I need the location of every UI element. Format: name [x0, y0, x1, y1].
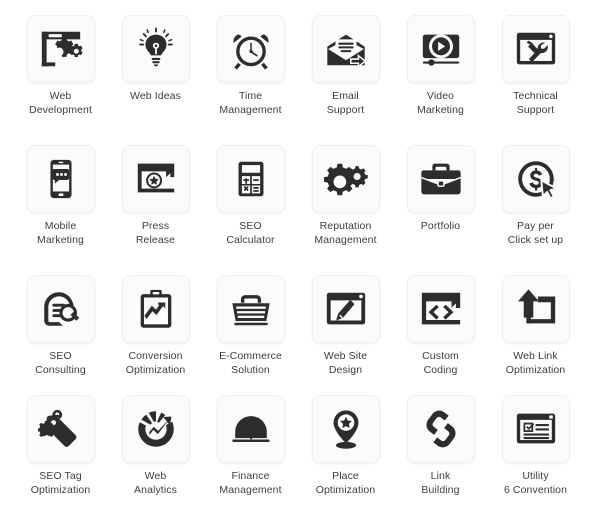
checklist-document-icon-glyph [516, 413, 555, 444]
browser-upload-arrow-icon[interactable] [501, 275, 570, 343]
icon-cell[interactable]: SEO Tag Optimization [13, 395, 108, 525]
icon-cell[interactable]: Web Ideas [108, 15, 203, 145]
finance-gauge-icon[interactable] [216, 395, 285, 463]
icon-label: Web Ideas [130, 90, 181, 102]
icon-cell[interactable]: Link Building [393, 395, 488, 525]
icon-cell[interactable]: Web Site Design [298, 275, 393, 395]
icon-label: Technical Support [513, 90, 558, 116]
icon-cell[interactable]: Web Link Optimization [488, 275, 583, 395]
icon-label: SEO Tag Optimization [30, 470, 91, 496]
pie-chart-arrow-icon[interactable] [121, 395, 190, 463]
icon-cell[interactable]: Mobile Marketing [13, 145, 108, 275]
tag-gear-icon-glyph [37, 409, 76, 447]
icon-cell[interactable]: Web Development [13, 15, 108, 145]
briefcase-icon[interactable] [406, 145, 475, 213]
checklist-document-icon[interactable] [501, 395, 570, 463]
icon-label: Portfolio [420, 220, 461, 232]
tag-gear-icon[interactable] [26, 395, 95, 463]
icon-label: Web Link Optimization [505, 350, 566, 376]
seo-magnifier-icon[interactable] [26, 275, 95, 343]
icon-label: Time Management [219, 90, 282, 116]
icon-label: E-Commerce Solution [219, 350, 282, 376]
icon-cell[interactable]: Finance Management [203, 395, 298, 525]
dollar-coin-cursor-icon-glyph [516, 160, 558, 200]
icon-cell[interactable]: Conversion Optimization [108, 275, 203, 395]
icon-label: Place Optimization [315, 470, 376, 496]
open-envelope-arrow-icon[interactable] [311, 15, 380, 83]
icon-label: SEO Consulting [35, 350, 86, 376]
icon-label: Web Analytics [134, 470, 177, 496]
video-player-play-icon[interactable] [406, 15, 475, 83]
dollar-coin-cursor-icon[interactable] [501, 145, 570, 213]
lightbulb-idea-icon-glyph [138, 27, 173, 67]
map-pin-star-icon[interactable] [311, 395, 380, 463]
icon-label: Pay per Click set up [507, 220, 564, 246]
icon-cell[interactable]: Time Management [203, 15, 298, 145]
browser-tools-icon-glyph [516, 32, 555, 65]
icon-cell[interactable]: Web Analytics [108, 395, 203, 525]
icon-label: Link Building [421, 470, 460, 496]
alarm-clock-icon-glyph [232, 34, 269, 70]
browser-star-icon[interactable] [121, 145, 190, 213]
icon-cell[interactable]: Video Marketing [393, 15, 488, 145]
icon-label: Mobile Marketing [36, 220, 84, 246]
icon-label: Web Development [29, 90, 92, 116]
icon-label: Conversion Optimization [125, 350, 186, 376]
smartphone-chat-icon-glyph [49, 159, 72, 199]
lightbulb-idea-icon[interactable] [121, 15, 190, 83]
browser-code-icon-glyph [421, 292, 460, 325]
browser-tools-icon[interactable] [501, 15, 570, 83]
map-pin-star-icon-glyph [333, 410, 358, 449]
seo-magnifier-icon-glyph [43, 292, 79, 326]
pie-chart-arrow-icon-glyph [137, 411, 174, 447]
video-player-play-icon-glyph [422, 34, 459, 66]
smartphone-chat-icon[interactable] [26, 145, 95, 213]
browser-gears-icon[interactable] [26, 15, 95, 83]
open-envelope-arrow-icon-glyph [326, 33, 366, 68]
clipboard-chart-icon-glyph [140, 289, 171, 328]
icon-label: Email Support [326, 90, 365, 116]
icon-cell[interactable]: Place Optimization [298, 395, 393, 525]
icon-grid: Web Development Web Ideas Time Management E… [0, 0, 600, 525]
chain-link-icon[interactable] [406, 395, 475, 463]
shopping-basket-icon[interactable] [216, 275, 285, 343]
briefcase-icon-glyph [420, 162, 461, 196]
browser-pencil-icon[interactable] [311, 275, 380, 343]
icon-label: Utility 6 Convention [503, 470, 568, 496]
icon-label: Press Release [135, 220, 176, 246]
browser-pencil-icon-glyph [325, 292, 366, 326]
browser-upload-arrow-icon-glyph [517, 289, 555, 324]
icon-label: SEO Calculator [226, 220, 275, 246]
shopping-basket-icon-glyph [231, 295, 270, 326]
icon-cell[interactable]: SEO Consulting [13, 275, 108, 395]
two-gears-icon[interactable] [311, 145, 380, 213]
icon-cell[interactable]: Pay per Click set up [488, 145, 583, 275]
icon-cell[interactable]: Portfolio [393, 145, 488, 275]
icon-cell[interactable]: Custom Coding [393, 275, 488, 395]
finance-gauge-icon-glyph [231, 416, 270, 443]
calculator-icon[interactable] [216, 145, 285, 213]
icon-cell[interactable]: Reputation Management [298, 145, 393, 275]
icon-label: Web Site Design [323, 350, 368, 376]
calculator-icon-glyph [238, 161, 263, 197]
icon-label: Video Marketing [416, 90, 464, 116]
icon-cell[interactable]: E-Commerce Solution [203, 275, 298, 395]
icon-cell[interactable]: SEO Calculator [203, 145, 298, 275]
browser-star-icon-glyph [137, 163, 174, 193]
icon-label: Finance Management [219, 470, 282, 496]
chain-link-icon-glyph [424, 409, 457, 449]
two-gears-icon-glyph [323, 163, 368, 196]
icon-label: Reputation Management [314, 220, 377, 246]
icon-cell[interactable]: Email Support [298, 15, 393, 145]
icon-cell[interactable]: Technical Support [488, 15, 583, 145]
browser-code-icon[interactable] [406, 275, 475, 343]
alarm-clock-icon[interactable] [216, 15, 285, 83]
icon-label: Custom Coding [422, 350, 459, 376]
icon-cell[interactable]: Press Release [108, 145, 203, 275]
clipboard-chart-icon[interactable] [121, 275, 190, 343]
icon-cell[interactable]: Utility 6 Convention [488, 395, 583, 525]
browser-gears-icon-glyph [41, 31, 83, 67]
